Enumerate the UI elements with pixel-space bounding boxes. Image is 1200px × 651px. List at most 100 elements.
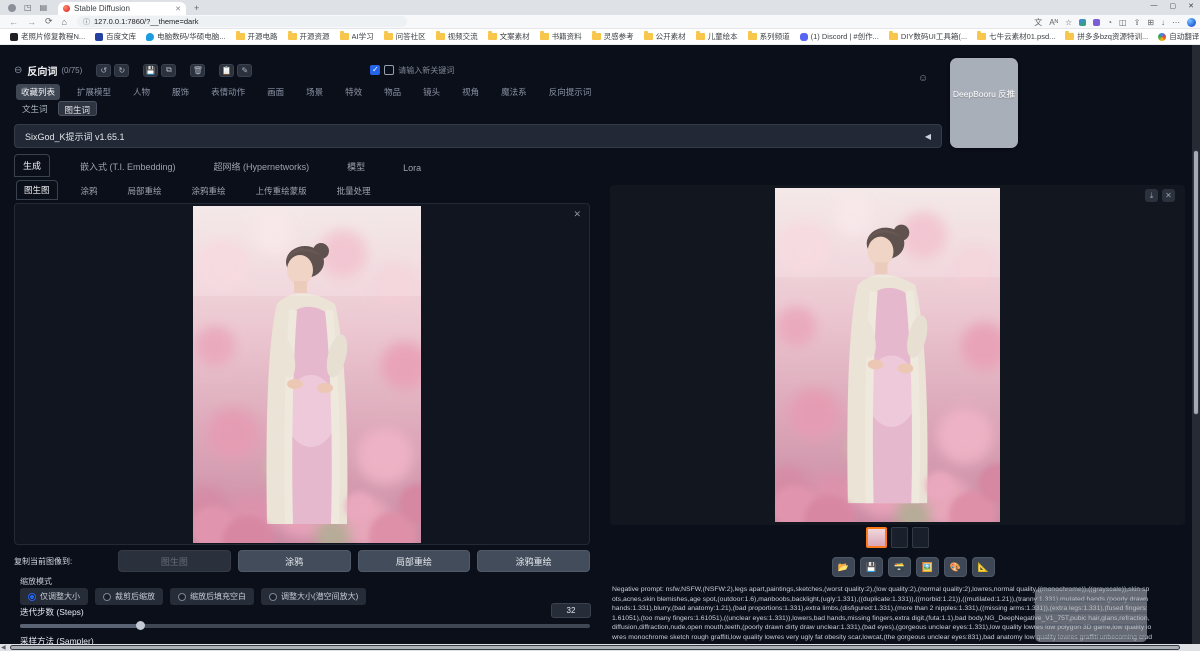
- bookmark-item[interactable]: 老照片修复教程N...: [10, 31, 85, 42]
- new-keyword-input[interactable]: [398, 66, 518, 75]
- tab-negative[interactable]: 反向提示词: [544, 84, 597, 100]
- tab-effects[interactable]: 特效: [340, 84, 367, 100]
- scroll-left-icon[interactable]: ◀: [1, 644, 6, 651]
- horizontal-scrollbar[interactable]: ◀: [0, 644, 1192, 651]
- tab-ext-models[interactable]: 扩展模型: [72, 84, 116, 100]
- save-zip-button[interactable]: 🗃️: [888, 557, 911, 577]
- vertical-tabs-icon[interactable]: ▤: [40, 3, 48, 12]
- resize-option-just-resize[interactable]: 仅调整大小: [20, 588, 88, 605]
- vscroll-thumb[interactable]: [1193, 150, 1199, 415]
- bookmark-folder[interactable]: AI学习: [340, 31, 374, 42]
- bookmark-folder[interactable]: 文案素材: [488, 31, 530, 42]
- tab-person[interactable]: 人物: [128, 84, 155, 100]
- read-aloud-icon[interactable]: Aᴺ: [1049, 18, 1058, 27]
- emoji-icon[interactable]: ☺: [918, 73, 928, 84]
- tab-models[interactable]: 模型: [339, 156, 373, 177]
- paste-icon[interactable]: 📋: [219, 64, 234, 77]
- radio-icon[interactable]: [269, 593, 277, 601]
- tab-inpaint-sketch[interactable]: 涂鸦重绘: [185, 182, 233, 200]
- history-icon[interactable]: ◔: [1107, 18, 1112, 27]
- bookmark-item[interactable]: 电脑数码/华硕电脑...: [146, 31, 225, 42]
- download-image-icon[interactable]: ⤓: [1145, 189, 1158, 202]
- tab-scene[interactable]: 场景: [301, 84, 328, 100]
- radio-icon[interactable]: [28, 593, 36, 601]
- save-icon[interactable]: 💾: [143, 64, 158, 77]
- redo-icon[interactable]: ↻: [114, 64, 129, 77]
- tab-magic[interactable]: 魔法系: [496, 84, 532, 100]
- output-image[interactable]: [775, 188, 1000, 522]
- translate-icon[interactable]: 文: [1034, 17, 1042, 28]
- bookmark-item[interactable]: 自动翻译 Google...: [1158, 31, 1200, 42]
- minimize-button[interactable]: —: [1151, 2, 1158, 10]
- delete-icon[interactable]: 🗑: [190, 64, 205, 77]
- bookmark-item[interactable]: 百度文库: [95, 31, 136, 42]
- tab-expression[interactable]: 表情动作: [206, 84, 250, 100]
- tab-items[interactable]: 物品: [379, 84, 406, 100]
- copy-to-sketch-button[interactable]: 涂鸦: [238, 550, 351, 572]
- back-button[interactable]: ←: [9, 17, 18, 27]
- bookmark-folder[interactable]: 儿童绘本: [696, 31, 738, 42]
- share-icon[interactable]: ⇪: [1134, 18, 1141, 27]
- new-tab-button[interactable]: +: [194, 3, 199, 13]
- tab-lens[interactable]: 镜头: [418, 84, 445, 100]
- copy-icon[interactable]: ⧉: [161, 64, 176, 77]
- tab-img2img-words[interactable]: 图生词: [58, 101, 98, 116]
- tab-favorites[interactable]: 收藏列表: [16, 84, 60, 100]
- chevron-left-icon[interactable]: ◀: [925, 132, 931, 141]
- tab-inpaint[interactable]: 局部重绘: [121, 182, 169, 200]
- site-info-icon[interactable]: ⓘ: [83, 17, 90, 27]
- tab-img2img[interactable]: 图生图: [16, 180, 58, 200]
- slider-handle[interactable]: [136, 621, 145, 630]
- send-to-inpaint-button[interactable]: 🎨️: [944, 557, 967, 577]
- downloads-icon[interactable]: ↓: [1161, 18, 1165, 27]
- favorite-star-icon[interactable]: ☆: [1065, 18, 1072, 27]
- extension-icon[interactable]: [1093, 19, 1100, 26]
- resize-option-fill[interactable]: 缩放后填充空白: [170, 588, 254, 605]
- tab-lora[interactable]: Lora: [395, 159, 429, 177]
- resize-option-crop[interactable]: 裁剪后缩放: [95, 588, 163, 605]
- tab-sketch[interactable]: 涂鸦: [74, 182, 105, 200]
- bookmark-folder[interactable]: 开源电路: [236, 31, 278, 42]
- extension-icon[interactable]: [1079, 19, 1086, 26]
- thumbnail-selected[interactable]: [866, 527, 887, 548]
- collapse-icon[interactable]: ⊖: [14, 65, 22, 76]
- thumbnail[interactable]: [891, 527, 908, 548]
- tab-clothing[interactable]: 服饰: [167, 84, 194, 100]
- save-image-button[interactable]: 💾: [860, 557, 883, 577]
- keyword-checkbox[interactable]: ✓: [370, 65, 380, 75]
- tab-txt2img-words[interactable]: 文生词: [16, 101, 54, 116]
- open-folder-button[interactable]: 📂: [832, 557, 855, 577]
- bookmark-folder[interactable]: 书籍资料: [540, 31, 582, 42]
- radio-icon[interactable]: [178, 593, 186, 601]
- bookmark-folder[interactable]: 问答社区: [384, 31, 426, 42]
- more-menu-icon[interactable]: ⋯: [1172, 18, 1180, 27]
- reload-button[interactable]: ⟳: [45, 16, 53, 27]
- copy-to-inpaint-sketch-button[interactable]: 涂鸦重绘: [477, 550, 590, 572]
- tab-hypernetworks[interactable]: 超网络 (Hypernetworks): [206, 156, 318, 177]
- close-gallery-icon[interactable]: ✕: [1162, 189, 1175, 202]
- deepbooru-button[interactable]: DeepBooru 反推: [950, 58, 1018, 148]
- profile-avatar[interactable]: [8, 4, 16, 12]
- thumbnail[interactable]: [912, 527, 929, 548]
- tab-batch[interactable]: 批量处理: [330, 182, 378, 200]
- send-to-extras-button[interactable]: 🖼️: [916, 557, 939, 577]
- bookmark-folder[interactable]: 视频交流: [436, 31, 478, 42]
- bookmark-folder[interactable]: 公开素材: [644, 31, 686, 42]
- address-bar[interactable]: ⓘ 127.0.0.1:7860/?__theme=dark: [77, 16, 407, 27]
- maximize-button[interactable]: ▢: [1170, 2, 1177, 10]
- browser-tab[interactable]: Stable Diffusion ✕: [58, 2, 186, 15]
- home-button[interactable]: ⌂: [62, 17, 67, 27]
- copy-to-inpaint-button[interactable]: 局部重绘: [358, 550, 471, 572]
- bookmark-folder[interactable]: 系列频道: [748, 31, 790, 42]
- hscroll-thumb[interactable]: [10, 645, 1180, 650]
- close-button[interactable]: ✕: [1188, 2, 1194, 10]
- vertical-scrollbar[interactable]: [1192, 45, 1200, 644]
- edit-icon[interactable]: ✎: [237, 64, 252, 77]
- collections-icon[interactable]: ⊞: [1147, 18, 1154, 27]
- source-image[interactable]: [193, 206, 421, 543]
- bookmark-folder[interactable]: 开源资源: [288, 31, 330, 42]
- undo-icon[interactable]: ↺: [96, 64, 111, 77]
- forward-button[interactable]: →: [27, 17, 36, 27]
- bookmark-folder[interactable]: DIY数码UI工具箱(...: [889, 31, 967, 42]
- tab-view[interactable]: 视角: [457, 84, 484, 100]
